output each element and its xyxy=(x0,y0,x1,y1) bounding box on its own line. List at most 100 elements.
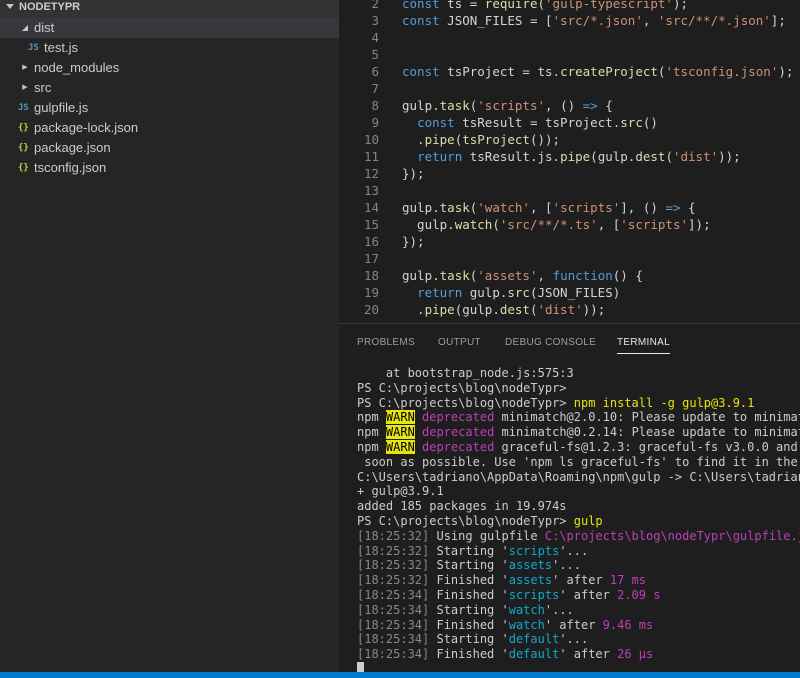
js-file-icon: JS xyxy=(28,43,39,53)
terminal-line: npm WARN deprecated minimatch@0.2.14: Pl… xyxy=(357,425,800,440)
terminal-text: [18:25:34] xyxy=(357,632,437,647)
terminal-text: + gulp@3.9.1 xyxy=(357,484,444,499)
terminal-line: [18:25:32] Starting 'scripts'... xyxy=(357,544,800,559)
code-text: }); xyxy=(402,166,425,181)
code-text: return tsResult.js.pipe(gulp.dest('dist'… xyxy=(417,149,741,164)
terminal-line: npm WARN deprecated graceful-fs@1.2.3: g… xyxy=(357,439,800,455)
chevron-down-icon xyxy=(6,4,14,9)
code-editor[interactable]: 2 const ts = require('gulp-typescript'); 3… xyxy=(339,0,800,323)
terminal-text: npm xyxy=(357,425,386,440)
tree-item[interactable]: JS gulpfile.js xyxy=(0,98,339,118)
code-text: const JSON_FILES = ['src/*.json', 'src/*… xyxy=(402,13,786,28)
terminal-text: '... xyxy=(544,602,574,617)
tree-item[interactable]: {} tsconfig.json xyxy=(0,158,339,178)
explorer-sidebar: NODETYPR ◢ dist JS test.js ▶ node_modules ▶ src… xyxy=(0,0,339,672)
terminal-text: Finished ' xyxy=(436,587,509,602)
code-text: gulp.watch('src/**/*.ts', ['scripts']); xyxy=(402,217,711,232)
explorer-header[interactable]: NODETYPR xyxy=(0,0,339,18)
terminal-text: 9.46 ms xyxy=(602,617,654,632)
terminal-text: assets xyxy=(508,558,553,573)
terminal-text: ' after xyxy=(552,573,610,588)
terminal-line: PS C:\projects\blog\nodeTypr> npm instal… xyxy=(357,396,800,411)
terminal-text: C:\projects\blog\nodeTypr\gulpfile.js xyxy=(544,528,800,543)
terminal-text: npm install -g gulp@3.9.1 xyxy=(573,395,755,410)
terminal-text: assets xyxy=(508,573,553,588)
terminal-text: ] xyxy=(422,528,437,543)
terminal-text: [18:25:32] xyxy=(357,558,437,573)
code-text: const tsProject = ts.createProject('tsco… xyxy=(402,64,794,79)
terminal-text: Finished ' xyxy=(436,573,509,588)
terminal-text: [18:25:34] xyxy=(357,647,437,662)
tree-item[interactable]: ▶ node_modules xyxy=(0,58,339,78)
terminal-line: PS C:\projects\blog\nodeTypr> gulp xyxy=(357,514,800,529)
tree-item[interactable]: {} package-lock.json xyxy=(0,118,339,138)
terminal-line: [18:25:34] Starting 'watch'... xyxy=(357,603,800,618)
chevron-right-icon: ▶ xyxy=(22,84,28,91)
tree-item[interactable]: JS test.js xyxy=(0,38,339,58)
terminal-line: + gulp@3.9.1 xyxy=(357,484,800,499)
terminal-text: Starting ' xyxy=(436,558,509,573)
terminal-text: watch xyxy=(508,602,545,617)
code-text: }); xyxy=(402,234,425,249)
tree-item[interactable]: ▶ src xyxy=(0,78,339,98)
terminal-line: [18:25:34] Finished 'watch' after 9.46 m… xyxy=(357,618,800,633)
terminal-text: ' after xyxy=(559,647,618,662)
terminal-text: PS C:\projects\blog\nodeTypr> xyxy=(357,380,574,395)
terminal-text: '... xyxy=(559,543,589,558)
warn-badge: WARN xyxy=(385,410,415,425)
code-text: .pipe(gulp.dest('dist')); xyxy=(402,302,606,317)
terminal-text: default xyxy=(508,632,560,647)
terminal-text: gulp xyxy=(573,513,603,528)
terminal-line: PS C:\projects\blog\nodeTypr> xyxy=(357,381,800,396)
terminal-text: 2.09 s xyxy=(617,587,661,602)
tree-item-label: dist xyxy=(34,20,55,35)
tree-item-label: src xyxy=(34,80,52,95)
bottom-panel: PROBLEMS OUTPUT DEBUG CONSOLE TERMINAL a… xyxy=(339,323,800,673)
terminal-text: [18:25:34] xyxy=(357,602,437,617)
terminal-text: PS C:\projects\blog\nodeTypr> xyxy=(357,395,574,410)
tab-terminal[interactable]: TERMINAL xyxy=(617,337,670,354)
line-number: 20 xyxy=(363,302,379,317)
terminal-line: [18:25:34] Finished 'default' after 26 μ… xyxy=(357,647,800,662)
terminal-text: [18:25:32] xyxy=(357,543,437,558)
json-file-icon: {} xyxy=(18,163,29,173)
tab-debug-console[interactable]: DEBUG CONSOLE xyxy=(505,337,596,348)
js-file-icon: JS xyxy=(18,103,29,113)
terminal-output[interactable]: at bootstrap_node.js:575:3 PS C:\projects… xyxy=(357,366,800,673)
terminal-text: 17 ms xyxy=(609,573,647,588)
terminal-text: soon as possible. Use 'npm ls graceful-f… xyxy=(357,454,800,469)
terminal-line: at bootstrap_node.js:575:3 xyxy=(357,366,800,381)
terminal-text: minimatch@2.0.10: Please update to minim… xyxy=(501,410,800,425)
terminal-text: '... xyxy=(559,632,589,647)
project-title: NODETYPR xyxy=(19,1,81,13)
terminal-text: 18:25:32 xyxy=(364,528,423,543)
terminal-text: ' after xyxy=(544,617,603,632)
panel-tabs: PROBLEMS OUTPUT DEBUG CONSOLE TERMINAL xyxy=(339,324,800,359)
tab-output[interactable]: OUTPUT xyxy=(438,337,481,348)
tree-item[interactable]: {} package.json xyxy=(0,138,339,158)
json-file-icon: {} xyxy=(18,143,29,153)
terminal-text: [18:25:34] xyxy=(357,617,437,632)
terminal-text: scripts xyxy=(508,587,560,602)
terminal-text: Starting ' xyxy=(436,543,509,558)
tab-problems[interactable]: PROBLEMS xyxy=(357,337,415,348)
tree-item[interactable]: ◢ dist xyxy=(0,18,339,38)
terminal-line: [18:25:32] Starting 'assets'... xyxy=(357,558,800,573)
chevron-right-icon: ▶ xyxy=(22,64,28,71)
terminal-line: added 185 packages in 19.974s xyxy=(357,499,800,514)
terminal-text: 26 μs xyxy=(617,647,654,662)
tree-item-label: test.js xyxy=(44,40,78,55)
terminal-text: deprecated xyxy=(422,439,495,454)
terminal-text: graceful-fs@1.2.3: graceful-fs v3.0.0 an… xyxy=(501,439,798,454)
tree-item-label: package.json xyxy=(34,140,111,155)
terminal-text: npm xyxy=(357,439,386,454)
tree-item-label: package-lock.json xyxy=(34,120,139,135)
warn-badge: WARN xyxy=(385,425,415,440)
terminal-text: Using gulpfile xyxy=(436,528,545,543)
tree-item-label: tsconfig.json xyxy=(34,160,107,175)
terminal-text: scripts xyxy=(508,543,560,558)
warn-badge: WARN xyxy=(385,439,415,454)
terminal-line: [18:25:34] Starting 'default'... xyxy=(357,632,800,647)
terminal-line: [18:25:34] Finished 'scripts' after 2.09… xyxy=(357,588,800,603)
